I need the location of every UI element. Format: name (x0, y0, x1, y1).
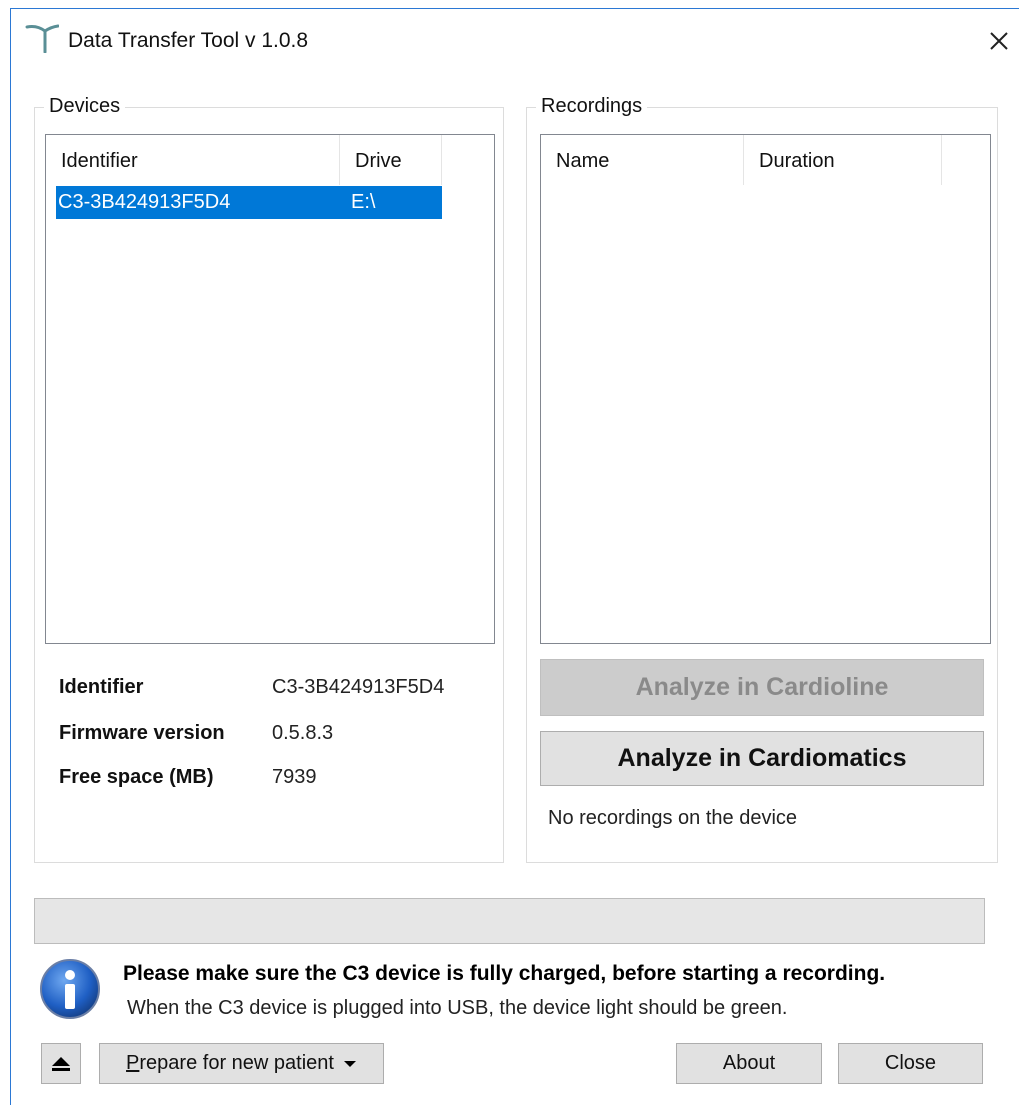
charge-warning-text: Please make sure the C3 device is fully … (123, 962, 886, 985)
usb-light-text: When the C3 device is plugged into USB, … (127, 997, 788, 1019)
column-header-drive[interactable]: Drive (340, 135, 442, 185)
devices-group-label: Devices (44, 95, 126, 118)
prepare-label: Prepare for new patient (126, 1052, 334, 1074)
recordings-list-header: Name Duration (541, 135, 990, 185)
eject-button[interactable] (41, 1043, 81, 1084)
device-identifier: C3-3B424913F5D4 (58, 191, 231, 213)
recordings-group-label: Recordings (536, 95, 648, 118)
about-button[interactable]: About (676, 1043, 822, 1084)
device-row[interactable]: C3-3B424913F5D4 E:\ (56, 186, 442, 219)
firmware-label: Firmware version (59, 722, 225, 744)
transfer-progress-bar (34, 898, 985, 944)
info-icon (40, 959, 100, 1019)
prepare-new-patient-button[interactable]: Prepare for new patient (99, 1043, 384, 1084)
dropdown-arrow-icon (343, 1060, 356, 1067)
column-header-duration[interactable]: Duration (744, 135, 942, 185)
identifier-label: Identifier (59, 676, 144, 698)
close-button[interactable]: Close (838, 1043, 983, 1084)
column-header-name[interactable]: Name (541, 135, 744, 185)
analyze-cardioline-button[interactable]: Analyze in Cardioline (540, 659, 984, 716)
devices-group: Devices Identifier Drive C3-3B424913F5D4… (34, 95, 504, 863)
close-window-icon[interactable] (983, 25, 1015, 57)
device-drive: E:\ (351, 191, 376, 213)
devices-list-header: Identifier Drive (46, 135, 494, 185)
devices-list[interactable]: Identifier Drive C3-3B424913F5D4 E:\ (45, 134, 495, 644)
eject-icon (52, 1056, 70, 1071)
recordings-list[interactable]: Name Duration (540, 134, 991, 644)
analyze-cardiomatics-button[interactable]: Analyze in Cardiomatics (540, 731, 984, 786)
recordings-group: Recordings Name Duration Analyze in Card… (526, 95, 998, 863)
firmware-value: 0.5.8.3 (272, 722, 334, 744)
app-window: Data Transfer Tool v 1.0.8 Devices Ident… (10, 8, 1019, 1105)
window-title: Data Transfer Tool v 1.0.8 (68, 29, 309, 52)
recordings-status: No recordings on the device (548, 807, 798, 829)
identifier-value: C3-3B424913F5D4 (272, 676, 445, 698)
free-space-value: 7939 (272, 766, 317, 788)
free-space-label: Free space (MB) (59, 766, 214, 788)
title-bar: Data Transfer Tool v 1.0.8 (11, 9, 1019, 71)
app-logo-icon (25, 24, 59, 53)
column-header-identifier[interactable]: Identifier (46, 135, 340, 185)
